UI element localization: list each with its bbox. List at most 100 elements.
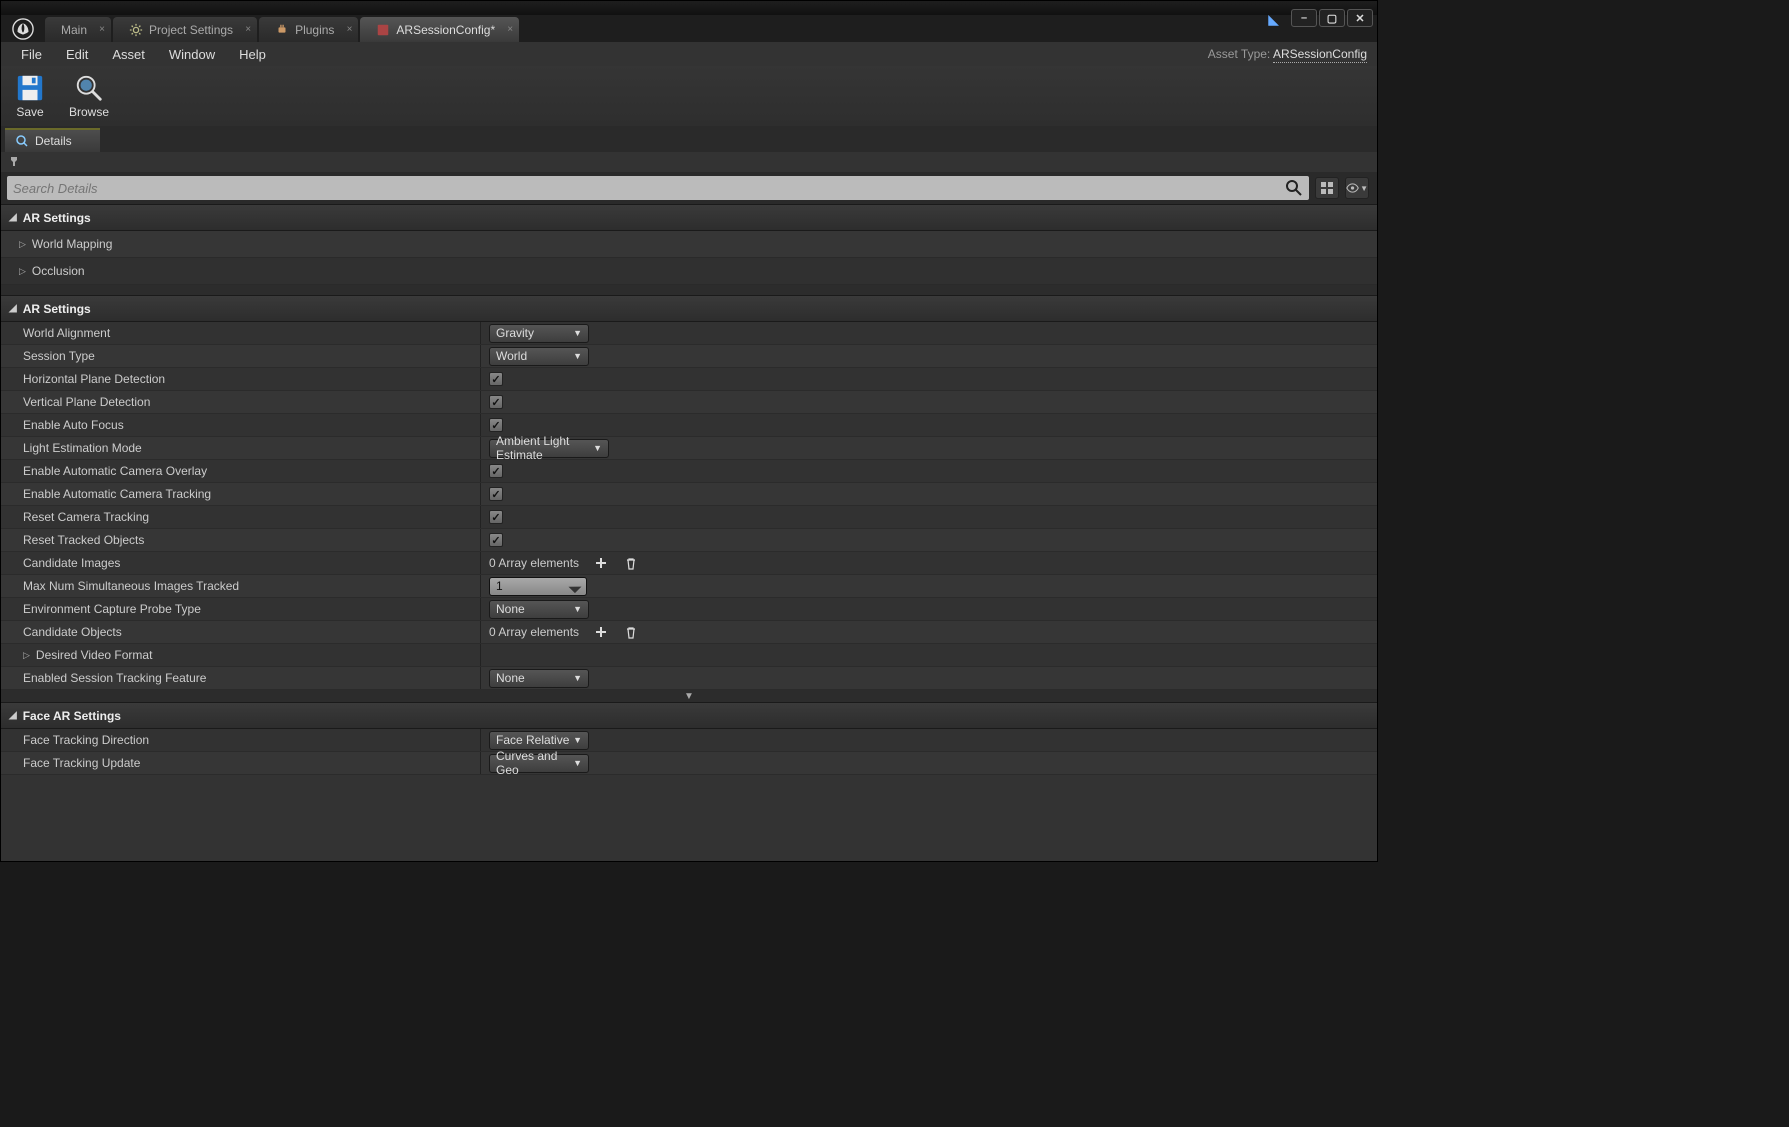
- section-ar-settings-2[interactable]: ◢ AR Settings: [1, 295, 1377, 322]
- tab-close-icon[interactable]: ×: [245, 24, 251, 35]
- collapse-icon: ◢: [9, 710, 17, 721]
- label-light-est: Light Estimation Mode: [1, 437, 481, 459]
- menu-edit[interactable]: Edit: [54, 42, 100, 66]
- array-count: 0 Array elements: [489, 625, 579, 639]
- expand-icon: ▷: [19, 239, 26, 250]
- numfield-max-sim[interactable]: 1◢: [489, 577, 587, 596]
- window-maximize-button[interactable]: ▢: [1319, 9, 1345, 27]
- menu-help[interactable]: Help: [227, 42, 278, 66]
- chevron-down-icon: ▼: [573, 758, 582, 768]
- dropdown-face-dir[interactable]: Face Relative▼: [489, 731, 589, 750]
- menu-bar: File Edit Asset Window Help Asset Type: …: [1, 42, 1377, 66]
- expand-icon: ▷: [19, 266, 26, 277]
- menu-window[interactable]: Window: [157, 42, 227, 66]
- label-video-fmt[interactable]: ▷Desired Video Format: [1, 644, 481, 666]
- chevron-down-icon: ▼: [573, 351, 582, 361]
- label-max-sim: Max Num Simultaneous Images Tracked: [1, 575, 481, 597]
- checkbox-vert-plane[interactable]: [489, 395, 503, 409]
- toolbar: Save Browse: [1, 66, 1377, 126]
- add-element-button[interactable]: [593, 555, 609, 571]
- checkbox-reset-cam[interactable]: [489, 510, 503, 524]
- tab-label: Plugins: [295, 23, 334, 37]
- chevron-down-icon: ▼: [573, 735, 582, 745]
- window-minimize-button[interactable]: –: [1291, 9, 1317, 27]
- window-close-button[interactable]: ✕: [1347, 9, 1373, 27]
- search-input[interactable]: [13, 181, 1285, 196]
- clear-elements-button[interactable]: [623, 555, 639, 571]
- dropdown-light-est[interactable]: Ambient Light Estimate▼: [489, 439, 609, 458]
- collapse-icon: ◢: [9, 303, 17, 314]
- asset-type-label: Asset Type: ARSessionConfig: [1208, 47, 1367, 61]
- chevron-down-icon: ▼: [1360, 184, 1368, 193]
- subtab-bar: Details: [1, 126, 1377, 152]
- search-icon[interactable]: [1285, 179, 1303, 197]
- section-ar-settings-1[interactable]: ◢ AR Settings: [1, 204, 1377, 231]
- tab-project-settings[interactable]: Project Settings ×: [113, 17, 257, 42]
- asset-icon: [376, 23, 390, 37]
- tab-main[interactable]: Main ×: [45, 17, 111, 42]
- array-count: 0 Array elements: [489, 556, 579, 570]
- save-icon: [15, 73, 45, 103]
- checkbox-horiz-plane[interactable]: [489, 372, 503, 386]
- menu-file[interactable]: File: [9, 42, 54, 66]
- dropdown-env-probe[interactable]: None▼: [489, 600, 589, 619]
- clear-elements-button[interactable]: [623, 624, 639, 640]
- chevron-down-icon: ▼: [573, 604, 582, 614]
- browse-button[interactable]: Browse: [69, 73, 109, 119]
- label-auto-tracking: Enable Automatic Camera Tracking: [1, 483, 481, 505]
- checkbox-auto-overlay[interactable]: [489, 464, 503, 478]
- gear-icon: [129, 23, 143, 37]
- app-logo: [1, 15, 45, 42]
- browse-icon: [74, 73, 104, 103]
- chevron-down-icon: ▼: [573, 673, 582, 683]
- tab-label: ARSessionConfig*: [396, 23, 495, 37]
- label-world-alignment: World Alignment: [1, 322, 481, 344]
- trash-icon: [625, 626, 637, 639]
- label-horiz-plane: Horizontal Plane Detection: [1, 368, 481, 390]
- view-grid-button[interactable]: [1315, 177, 1339, 199]
- label-auto-overlay: Enable Automatic Camera Overlay: [1, 460, 481, 482]
- titlebar: [1, 1, 1377, 15]
- add-element-button[interactable]: [593, 624, 609, 640]
- section-face-ar-settings[interactable]: ◢ Face AR Settings: [1, 702, 1377, 729]
- asset-type-link[interactable]: ARSessionConfig: [1273, 47, 1367, 63]
- tab-close-icon[interactable]: ×: [99, 24, 105, 35]
- label-auto-focus: Enable Auto Focus: [1, 414, 481, 436]
- visibility-button[interactable]: ▼: [1345, 177, 1369, 199]
- label-cand-objects: Candidate Objects: [1, 621, 481, 643]
- grid-icon: [1320, 181, 1334, 195]
- subrow-world-mapping[interactable]: ▷ World Mapping: [1, 231, 1377, 258]
- chevron-down-icon: ▼: [573, 328, 582, 338]
- tab-close-icon[interactable]: ×: [347, 24, 353, 35]
- subrow-occlusion[interactable]: ▷ Occlusion: [1, 258, 1377, 285]
- label-cand-images: Candidate Images: [1, 552, 481, 574]
- tab-label: Project Settings: [149, 23, 233, 37]
- dropdown-world-alignment[interactable]: Gravity▼: [489, 324, 589, 343]
- checkbox-reset-tracked[interactable]: [489, 533, 503, 547]
- expand-icon: ▷: [23, 650, 30, 661]
- subtab-details[interactable]: Details: [5, 128, 100, 152]
- checkbox-auto-focus[interactable]: [489, 418, 503, 432]
- tab-arsessionconfig[interactable]: ARSessionConfig* ×: [360, 17, 519, 42]
- plug-icon: [275, 23, 289, 37]
- tab-plugins[interactable]: Plugins ×: [259, 17, 358, 42]
- filter-icon[interactable]: [9, 155, 19, 169]
- checkbox-auto-tracking[interactable]: [489, 487, 503, 501]
- pin-icon[interactable]: ◣: [1268, 11, 1279, 28]
- collapse-icon: ◢: [9, 212, 17, 223]
- label-face-dir: Face Tracking Direction: [1, 729, 481, 751]
- label-sess-feature: Enabled Session Tracking Feature: [1, 667, 481, 689]
- menu-asset[interactable]: Asset: [100, 42, 157, 66]
- label-vert-plane: Vertical Plane Detection: [1, 391, 481, 413]
- tab-close-icon[interactable]: ×: [507, 24, 513, 35]
- dropdown-session-type[interactable]: World▼: [489, 347, 589, 366]
- show-advanced-button[interactable]: ▼: [1, 690, 1377, 702]
- dropdown-face-update[interactable]: Curves and Geo▼: [489, 754, 589, 773]
- dropdown-sess-feature[interactable]: None▼: [489, 669, 589, 688]
- trash-icon: [625, 557, 637, 570]
- label-reset-cam: Reset Camera Tracking: [1, 506, 481, 528]
- tab-bar: Main × Project Settings × Plugins × ARSe…: [1, 15, 1377, 42]
- chevron-down-icon: ▼: [593, 443, 602, 453]
- eye-icon: [1346, 182, 1359, 194]
- save-button[interactable]: Save: [15, 73, 45, 119]
